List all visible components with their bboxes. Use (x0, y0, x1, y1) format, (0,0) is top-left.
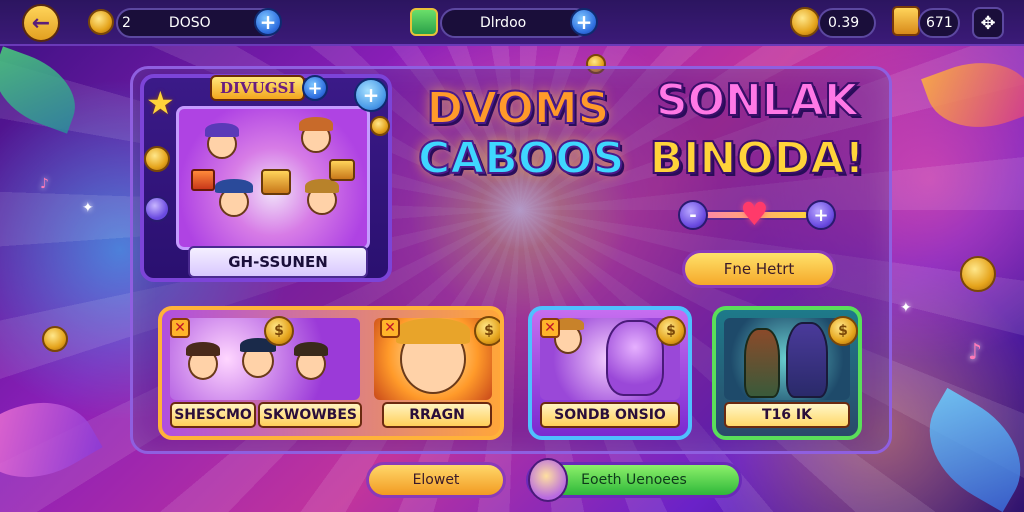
sparkle-icon: ✦ (82, 200, 94, 216)
hero-hair (396, 318, 470, 344)
chest-value: 671 (926, 15, 953, 31)
energy-coin-icon (790, 7, 820, 37)
energy-value: 0.39 (828, 15, 860, 31)
sparkle-icon: ♪ (968, 340, 983, 365)
featured-art (176, 106, 370, 250)
sparkle-icon: ✦ (900, 300, 912, 316)
featured-tag: DIVUGSI (210, 75, 306, 101)
back-button[interactable]: ← (22, 4, 60, 42)
character-hair (186, 342, 220, 356)
energy-pill: 0.39 (818, 8, 876, 38)
warrior-character (744, 328, 780, 398)
gift-box-icon (191, 169, 215, 191)
close-icon[interactable]: ✕ (380, 318, 400, 338)
chest-pill: 671 (918, 8, 960, 38)
character-avatar-icon (528, 458, 568, 502)
game-card-wide[interactable]: ✕ ✕ $ $ SHESCMO SKWOWBES RRAGN (158, 306, 504, 440)
star-icon: ★ (146, 84, 175, 122)
sparkle-icon: ♪ (40, 176, 49, 192)
card-label-right: RRAGN (382, 402, 492, 428)
featured-name: GH-SSUNEN (188, 246, 368, 278)
add-gems-button[interactable]: + (570, 8, 598, 36)
leaf-decoration (907, 387, 1024, 512)
title-left-line1: DVOMS (426, 83, 611, 135)
character-hair (299, 117, 333, 131)
title-right-line2: BINODA! (649, 132, 866, 185)
card-label: T16 IK (724, 402, 850, 428)
treasure-chest-icon (329, 159, 355, 181)
gems-pill: Dlrdoo (440, 8, 590, 38)
title-right: SONLAK BINODA! (632, 72, 882, 188)
character-hair (215, 179, 253, 193)
character-hair (294, 342, 328, 356)
coin-badge-icon: $ (828, 316, 858, 346)
heart-icon[interactable]: ♥ (740, 198, 769, 230)
gems-value: Dlrdoo (480, 15, 527, 31)
gift-icon (410, 8, 438, 36)
title-left-line2: CABOOS (417, 133, 625, 185)
menu-grid-button[interactable]: ✥ (972, 7, 1004, 39)
close-icon[interactable]: ✕ (170, 318, 190, 338)
orange-action-button[interactable]: Elowet (366, 462, 506, 498)
title-left: DVOMS CABOOS (417, 83, 625, 185)
side-coin-icon (370, 116, 390, 136)
arrow-left-icon: ← (31, 10, 51, 36)
leaf-decoration (0, 46, 88, 134)
close-icon[interactable]: ✕ (540, 318, 560, 338)
currency-count: 2 (122, 15, 131, 31)
floating-coin-icon (960, 256, 996, 292)
card-label-mid: SKWOWBES (258, 402, 362, 428)
currency-value: DOSO (168, 15, 211, 31)
leaf-decoration (921, 45, 1024, 145)
title-right-line1: SONLAK (655, 74, 859, 127)
increase-button[interactable]: + (806, 200, 836, 230)
game-card-sonda[interactable]: ✕ $ SONDB ONSIO (528, 306, 692, 440)
coin-badge-icon: $ (656, 316, 686, 346)
coin-badge-icon: $ (264, 316, 294, 346)
character-hair (305, 179, 339, 193)
side-coin-icon (144, 146, 170, 172)
chest-icon (892, 6, 920, 36)
grid-icon: ✥ (980, 12, 996, 34)
top-bar: ← 2 DOSO + Dlrdoo + 0.39 671 ✥ (0, 0, 1024, 46)
side-badge-icon (144, 196, 170, 222)
free-heart-button[interactable]: Fne Hetrt (682, 250, 836, 288)
decrease-button[interactable]: - (678, 200, 708, 230)
card-label-left: SHESCMO (170, 402, 256, 428)
floating-coin-icon (42, 326, 68, 352)
featured-add-button[interactable]: + (302, 75, 328, 101)
leaf-decoration (0, 377, 103, 503)
add-currency-button[interactable]: + (254, 8, 282, 36)
featured-plus-button[interactable]: + (354, 78, 388, 112)
warrior-character (786, 322, 828, 398)
game-card-t16[interactable]: $ T16 IK (712, 306, 862, 440)
coin-badge-icon: $ (474, 316, 500, 346)
treasure-chest-icon (261, 169, 291, 195)
card-label: SONDB ONSIO (540, 402, 680, 428)
coin-icon (88, 9, 114, 35)
character-hair (205, 123, 239, 137)
